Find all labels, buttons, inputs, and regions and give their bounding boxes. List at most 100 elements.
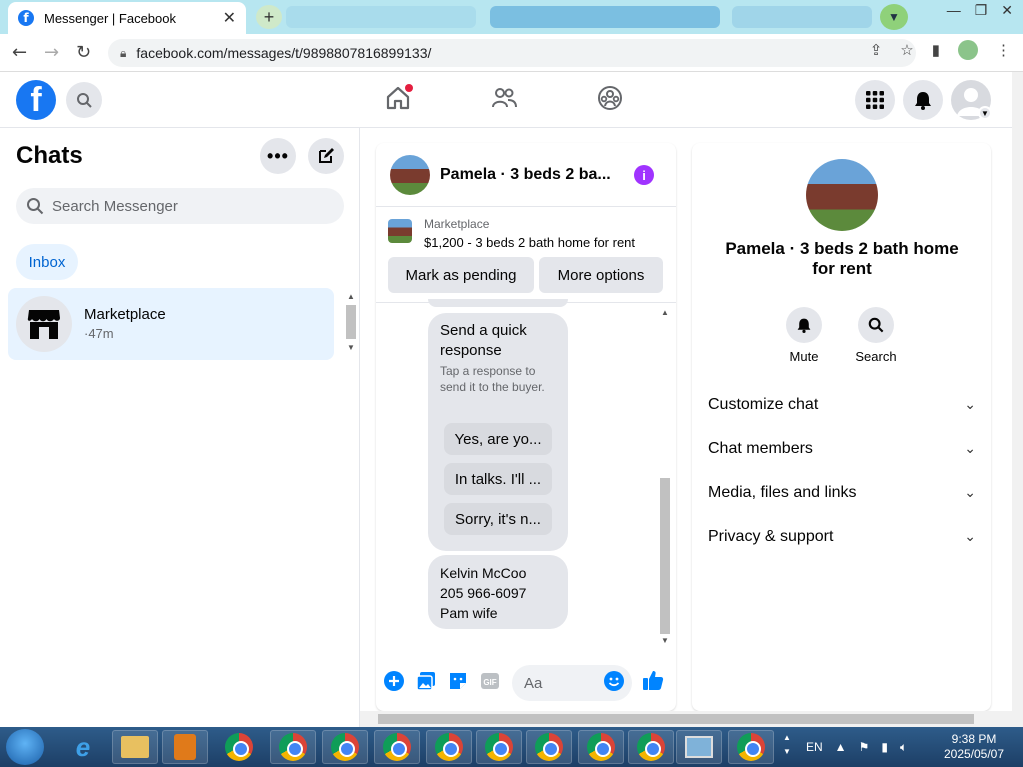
back-arrow-icon[interactable]: ← [12, 42, 27, 63]
chat-members-item[interactable]: Chat members ⌄ [708, 427, 976, 471]
media-player-icon[interactable] [162, 730, 208, 764]
facebook-favicon-icon: f [18, 10, 34, 26]
volume-icon[interactable]: 🔈︎ [900, 740, 907, 755]
menu-button[interactable] [855, 80, 895, 120]
search-icon [27, 198, 44, 215]
scroll-up-icon[interactable]: ▲ [658, 308, 672, 317]
chrome-window-icon[interactable] [270, 730, 316, 764]
message-bubble [428, 299, 568, 307]
search-label: Search [855, 349, 897, 364]
banner-source: Marketplace [424, 217, 490, 231]
plus-circle-icon[interactable] [384, 671, 404, 691]
address-bar[interactable]: 🔒︎ facebook.com/messages/t/9898807816899… [108, 39, 916, 67]
search-in-conversation-button[interactable]: Search [846, 307, 906, 364]
banner-listing[interactable]: $1,200 - 3 beds 2 bath home for rent [424, 235, 635, 250]
taskbar-clock[interactable]: 9:38 PM 2025/05/07 [930, 732, 1018, 762]
item-label: Media, files and links [708, 484, 857, 501]
quick-reply-3[interactable]: Sorry, it's n... [444, 503, 552, 535]
listing-photo[interactable] [806, 159, 878, 231]
friends-icon[interactable] [490, 84, 518, 112]
network-icon[interactable]: ▮ [881, 740, 888, 754]
notifications-button[interactable] [903, 80, 943, 120]
side-panel-icon[interactable]: ▮ [932, 41, 940, 59]
chrome-window-icon[interactable] [476, 730, 522, 764]
gif-icon[interactable]: GIF [480, 671, 500, 691]
thumbs-up-icon[interactable] [642, 669, 664, 691]
quick-reply-1[interactable]: Yes, are yo... [444, 423, 552, 455]
chrome-window-icon[interactable] [578, 730, 624, 764]
photo-viewer-icon[interactable] [676, 730, 722, 764]
close-window-icon[interactable]: ✕ [1001, 2, 1013, 19]
internet-explorer-icon[interactable]: e [60, 730, 106, 764]
message-scrollbar[interactable]: ▲ ▼ [658, 308, 672, 648]
quick-reply-2[interactable]: In talks. I'll ... [444, 463, 552, 495]
minimize-icon[interactable]: — [947, 2, 961, 19]
scroll-down-icon[interactable]: ▼ [658, 636, 672, 645]
scroll-down-icon[interactable]: ▼ [344, 343, 358, 352]
message-bubble[interactable]: Kelvin McCoo 205 966-6097 Pam wife [428, 555, 568, 629]
listing-thumbnail[interactable] [388, 219, 412, 243]
new-tab-button[interactable]: + [256, 5, 282, 29]
chrome-icon[interactable] [216, 730, 262, 764]
start-button-icon[interactable] [6, 729, 44, 765]
background-tab[interactable] [490, 6, 720, 28]
background-tab[interactable] [732, 6, 872, 28]
info-icon[interactable]: i [634, 165, 654, 185]
browser-tab-messenger[interactable]: f Messenger | Facebook ✕ [8, 2, 246, 34]
chrome-window-icon[interactable] [374, 730, 420, 764]
forward-arrow-icon[interactable]: → [44, 42, 59, 63]
more-options-button[interactable]: More options [539, 257, 663, 293]
privacy-support-item[interactable]: Privacy & support ⌄ [708, 515, 976, 559]
item-label: Privacy & support [708, 528, 834, 545]
chat-options-button[interactable]: ••• [260, 138, 296, 174]
chrome-window-icon[interactable] [526, 730, 572, 764]
horizontal-scroll-thumb[interactable] [378, 714, 974, 724]
svg-text:GIF: GIF [483, 678, 496, 687]
mark-as-pending-button[interactable]: Mark as pending [388, 257, 534, 293]
chrome-window-icon[interactable] [628, 730, 674, 764]
taskbar-scroll-icon[interactable]: ▲ ▼ [783, 731, 791, 759]
chrome-window-icon[interactable] [426, 730, 472, 764]
background-tab[interactable] [286, 6, 476, 28]
bookmark-star-icon[interactable]: ☆ [900, 41, 913, 59]
chat-list-scrollbar[interactable]: ▲ ▼ [344, 292, 358, 358]
chrome-window-icon[interactable] [322, 730, 368, 764]
facebook-logo-icon[interactable]: f [16, 80, 56, 120]
sticker-icon[interactable] [448, 671, 468, 691]
new-message-button[interactable] [308, 138, 344, 174]
close-tab-icon[interactable]: ✕ [223, 8, 236, 28]
photo-icon[interactable] [416, 671, 436, 691]
chrome-window-icon[interactable] [728, 730, 774, 764]
reload-icon[interactable]: ↻ [76, 42, 91, 63]
tab-inbox[interactable]: Inbox [16, 244, 78, 280]
scroll-thumb[interactable] [660, 478, 670, 634]
listing-avatar[interactable] [390, 154, 430, 195]
system-tray: EN ▲ ⚑ ▮ 🔈︎ [806, 727, 907, 767]
profile-avatar-icon[interactable] [958, 40, 978, 60]
emoji-icon[interactable] [604, 671, 624, 691]
mute-button[interactable]: Mute [774, 307, 834, 364]
kebab-menu-icon[interactable]: ⋮ [996, 41, 1011, 59]
chats-sidebar: Chats ••• Search Messenger Inbox Marketp… [0, 128, 360, 728]
conversation-title[interactable]: Pamela · 3 beds 2 ba... [440, 166, 616, 184]
share-icon[interactable]: ⇪ [870, 41, 883, 59]
media-files-links-item[interactable]: Media, files and links ⌄ [708, 471, 976, 515]
file-explorer-icon[interactable] [112, 730, 158, 764]
scroll-up-icon[interactable]: ▲ [344, 292, 358, 301]
flag-icon[interactable]: ⚑ [859, 740, 870, 754]
customize-chat-item[interactable]: Customize chat ⌄ [708, 383, 976, 427]
account-chevron-icon[interactable]: ▼ [978, 106, 992, 120]
windows-taskbar: e ▲ ▼ EN ▲ ⚑ ▮ 🔈︎ 9:38 PM 2025/05/07 [0, 727, 1023, 767]
show-hidden-icons-icon[interactable]: ▲ [835, 740, 847, 754]
tab-search-chevron-icon[interactable]: ▼ [880, 4, 908, 30]
scroll-thumb[interactable] [346, 305, 356, 339]
search-button[interactable] [66, 82, 102, 118]
groups-icon[interactable] [596, 84, 624, 112]
page-vertical-scrollbar[interactable] [1012, 72, 1023, 727]
search-messenger-input[interactable]: Search Messenger [16, 188, 344, 224]
language-indicator[interactable]: EN [806, 740, 823, 754]
chat-item-marketplace[interactable]: Marketplace ·47m [8, 288, 334, 360]
quick-response-title: Send a quick response [440, 322, 527, 359]
restore-icon[interactable]: ❐ [975, 2, 988, 19]
lock-icon[interactable]: 🔒︎ [120, 46, 126, 61]
